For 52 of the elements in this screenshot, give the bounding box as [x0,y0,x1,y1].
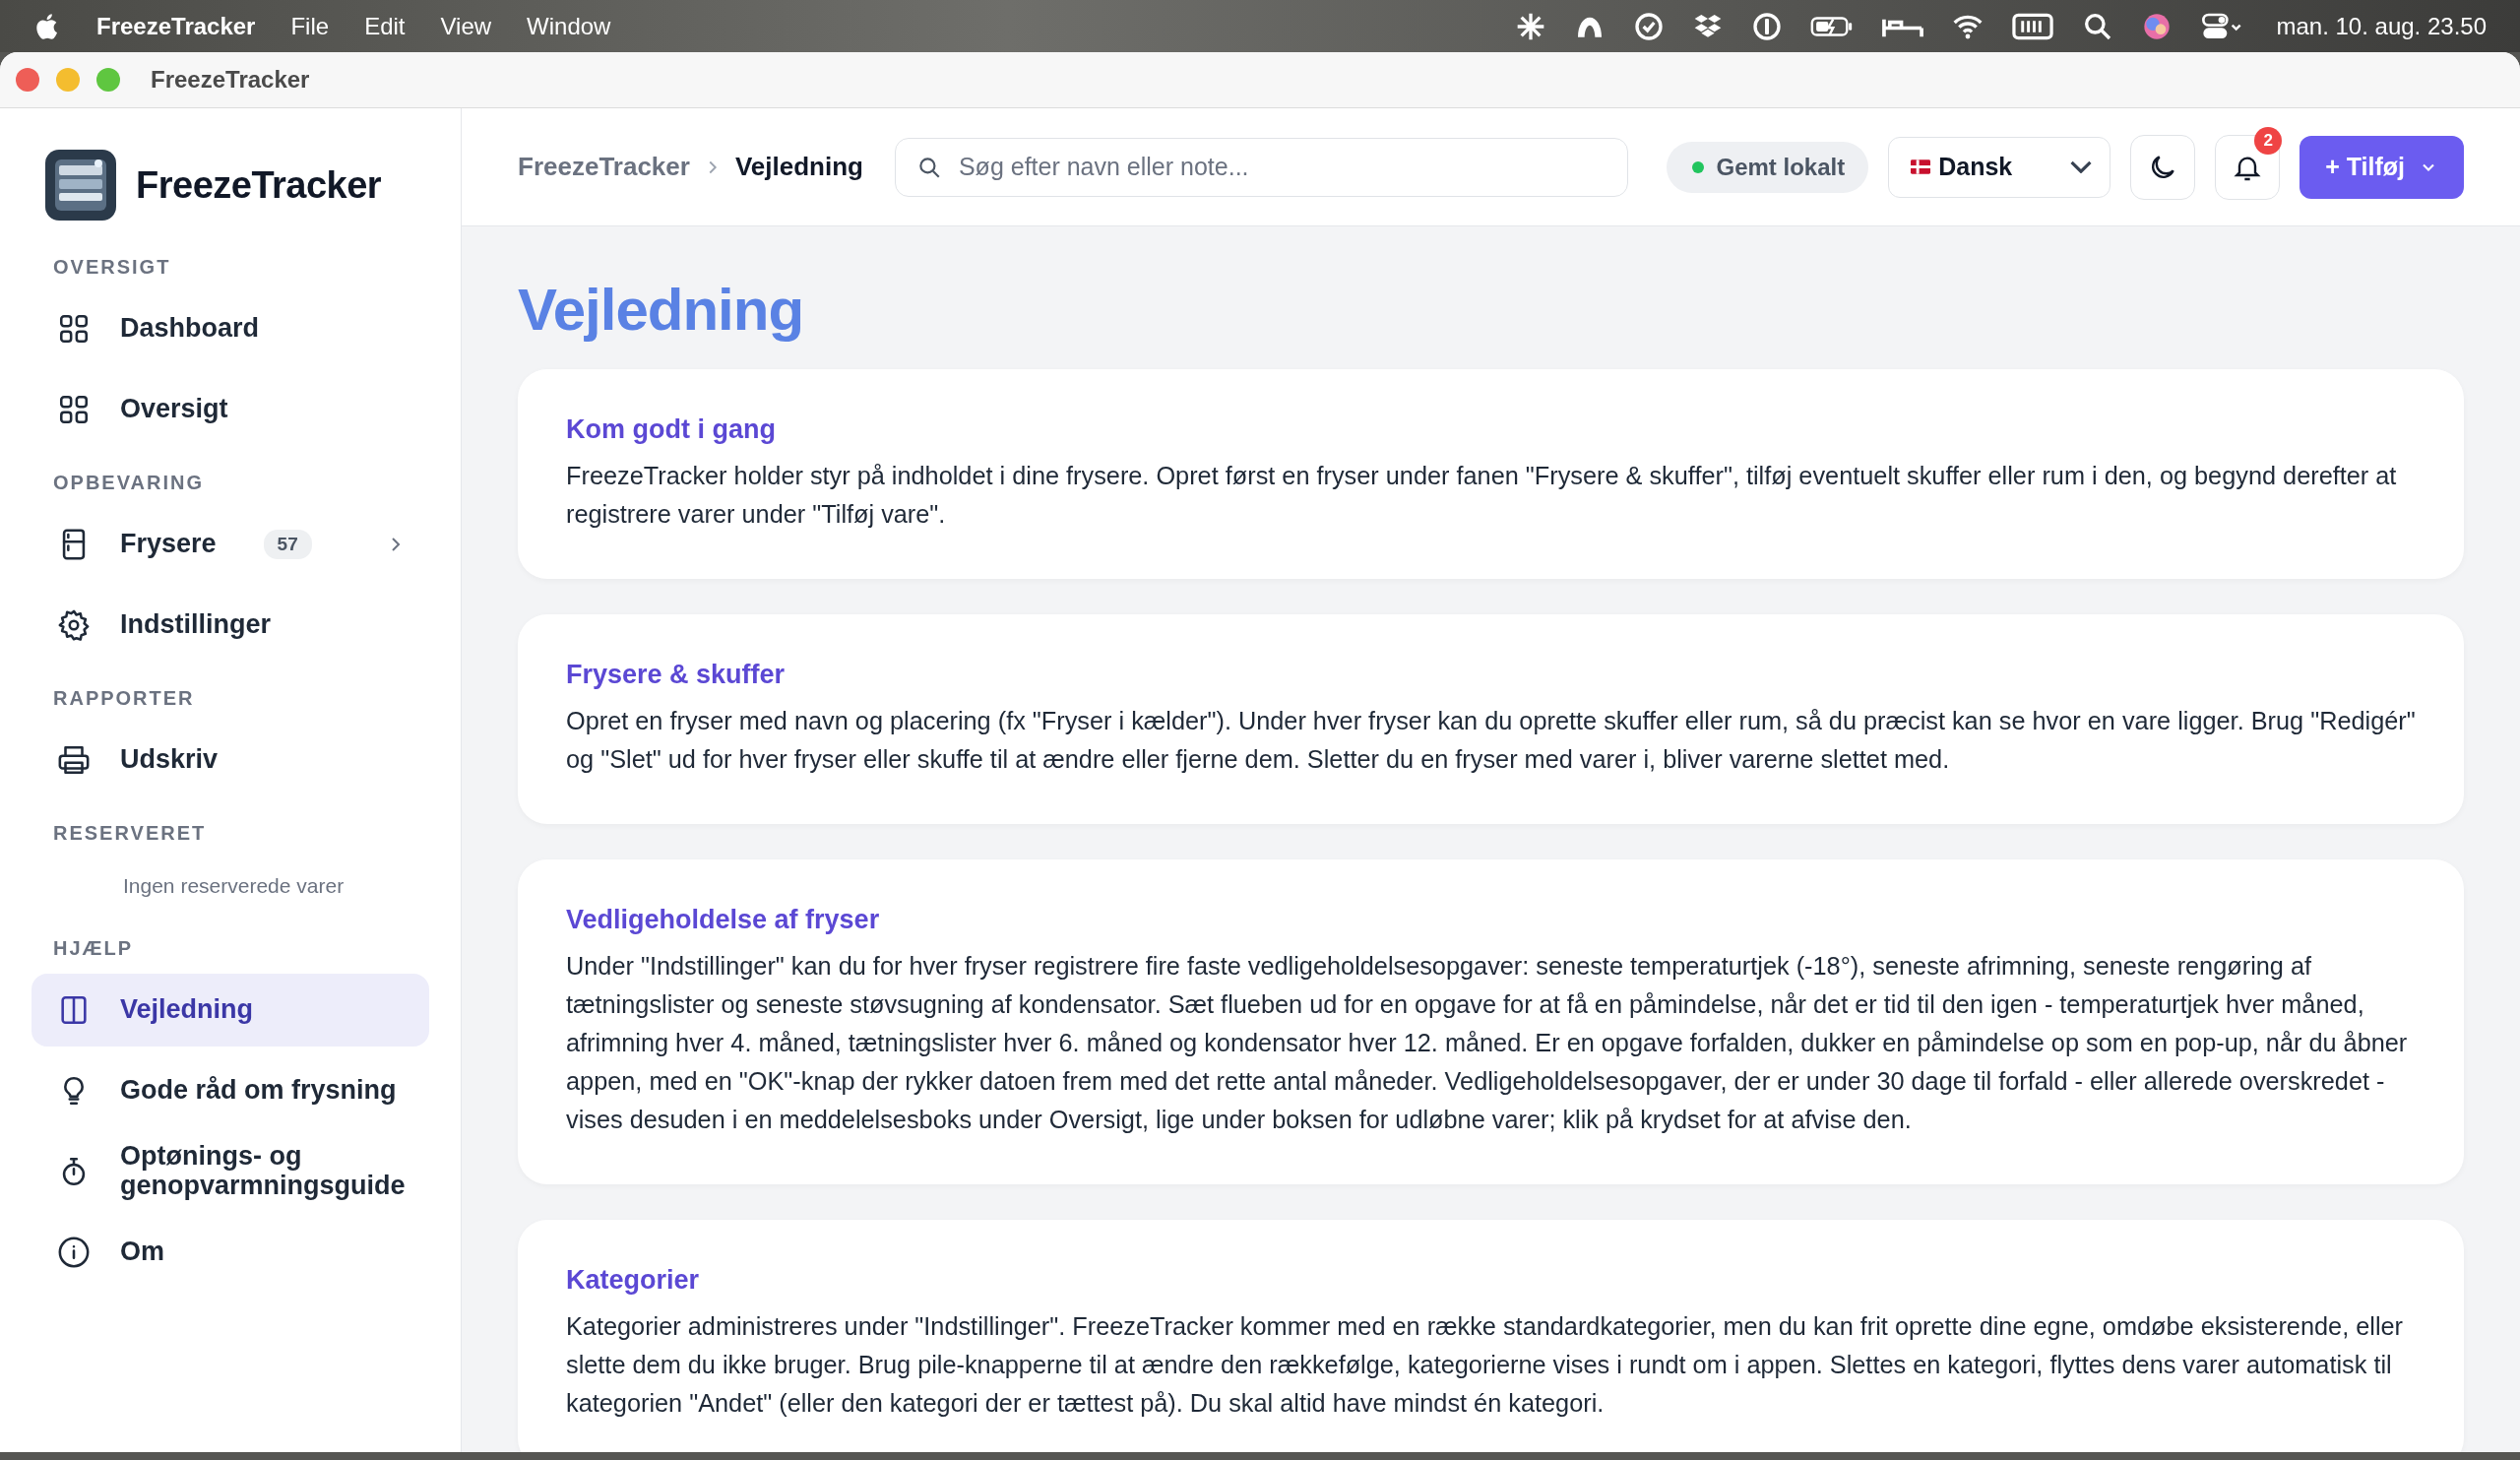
breadcrumb-link[interactable]: FreezeTracker [518,152,690,182]
card-text: Under "Indstillinger" kan du for hver fryser registrere fire faste vedligeholdelsesopgaver: seneste temperaturtjek (-18°), seneste afrimning, seneste rengøring af tætningslister og seneste støvsugning af kondensator. Sæt flueben ud for en opgave for at få en påmindelse, når det er tid til den igen - temperaturtjek hver måned, afrimning hver 4. måned, tætningslister hver 6. måned og kondensator hver 12. måned. Er en opgave forfalden, dukker en påmindelse op som en pop-up, når du åbner appen, med en "OK"-knap der rykker datoen frem med det rette antal måneder. Vedligeholdelsesopgaver, der er under 30 dage til forfald - eller allerede overskredet - vises desuden i en meddelelsesboks under Oversigt, lige under boksen for udløbne varer; klik på krydset for at afvise den. [566,951,2409,1135]
sidebar-item[interactable]: Gode råd om frysning [32,1054,429,1127]
sidebar-item[interactable]: Indstillinger [32,589,429,662]
section-label: RAPPORTER [52,687,196,710]
dark-mode-button[interactable] [2130,134,2196,200]
empty-message: Ingen reserverede varer [122,874,346,898]
card-text: Opret en fryser med navn og placering (fx "Fryser i kælder"). Under hver fryser kan du oprette skuffer eller rum, så du præcist kan se hvor en vare ligger. Brug "Redigér" og "Slet" ud for hver fryser eller skuffe til at ændre eller fjerne dem. Sletter du en fryser med varer i, bliver varerne slettet med. [566,706,2417,775]
menu-item[interactable]: Window [527,12,611,40]
info-icon [57,1236,91,1269]
card-title: Kategorier [566,1265,701,1296]
page-title: Vejledning [518,276,805,344]
notification-badge: 2 [2254,126,2283,155]
card-title: Frysere & skuffer [566,660,787,690]
gear-icon [57,608,91,642]
app-menu[interactable]: FreezeTracker [96,12,256,40]
menu-item[interactable]: File [290,12,330,40]
flag-icon [1911,159,1931,174]
sidebar-item[interactable]: Udskriv [32,724,429,796]
notifications-button[interactable] [2215,134,2281,200]
sidebar-item[interactable]: Om [32,1216,429,1289]
section-label: HJÆLP [52,937,135,960]
menu-item[interactable]: Edit [364,12,406,40]
circle-bar-icon[interactable] [1750,10,1783,42]
add-button[interactable]: + Tilføj [2300,135,2464,199]
app-logo-icon [45,150,116,221]
language-select[interactable]: Dansk [1888,136,2111,198]
breadcrumb-current: Vejledning [734,152,863,182]
card-text: Kategorier administreres under "Indstillinger". FreezeTracker kommer med en række standardkategorier, men du kan frit oprette dine egne, omdøbe eksisterende, eller slette dem du ikke bruger. Brug pile-knapperne til at ændre den rækkefølge, kategorierne vises i rundt om i appen. Slettes en kategori, flyttes dens varer automatisk til kategorien "Andet" (eller den kategori der er tættest på). Du skal altid have mindst én kategori. [566,1311,2404,1419]
printer-icon [57,743,91,777]
caret-icon [2070,160,2093,173]
count-badge: 57 [263,530,312,559]
grid-icon [57,312,91,346]
grid-icon [57,393,91,426]
card-text: FreezeTracker holder styr på indholdet i dine frysere. Opret først en fryser under fanen "Frysere & skuffer", tilføj eventuelt skuffer eller rum i den, og begynd derefter at registrere varer under "Tilføj vare". [566,461,2398,530]
window-title: FreezeTracker [151,66,310,94]
section-label: RESERVERET [52,822,208,845]
close-button[interactable] [16,68,39,92]
section-label: OPBEVARING [52,472,205,494]
card-title: Vedligeholdelse af fryser [566,905,881,935]
sidebar-item[interactable]: Optønings- og genopvarmningsguide [32,1135,429,1208]
sidebar-item[interactable]: Dashboard [32,292,429,365]
menu-item[interactable]: View [440,12,492,40]
brand-name: FreezeTracker [136,163,382,207]
search-field[interactable]: Søg efter navn eller note... [894,137,1628,197]
save-status: Gemt lokalt [1667,141,1869,193]
section-label: OVERSIGT [52,256,172,279]
clock[interactable]: man. 10. aug. 23.50 [2276,12,2487,40]
sidebar-item[interactable]: Oversigt [32,373,429,446]
card-title: Kom godt i gang [566,414,777,445]
sidebar-item[interactable]: Frysere 57 [32,508,429,581]
sidebar-item[interactable]: Vejledning [32,974,429,1047]
